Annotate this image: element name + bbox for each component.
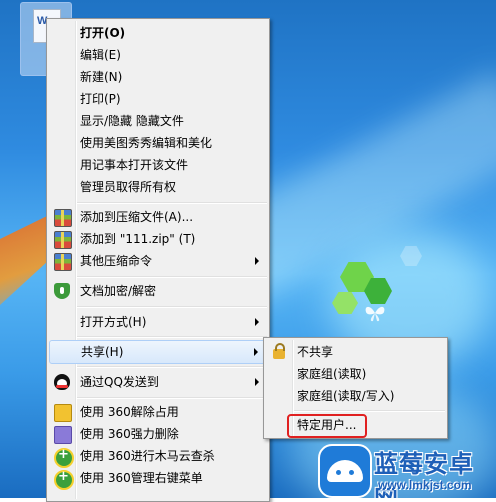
submenu-arrow-icon (254, 348, 258, 356)
lock-icon (273, 343, 285, 359)
winrar-icon (54, 209, 72, 227)
360-unlock-icon (54, 404, 72, 422)
submenu-arrow-icon (255, 378, 259, 386)
menu-item-label: 共享(H) (81, 345, 124, 359)
menu-item-label: 使用 360进行木马云查杀 (80, 449, 215, 463)
menu-item-label: 家庭组(读取/写入) (297, 389, 395, 403)
menu-item-edit[interactable]: 编辑(E) (49, 44, 267, 66)
highlight-box (287, 414, 367, 438)
watermark: 蓝莓安卓网 www.lmkjst.com (312, 440, 496, 498)
menu-item-add-archive[interactable]: 添加到压缩文件(A)... (49, 206, 267, 228)
menu-item-label: 不共享 (297, 345, 334, 359)
menu-item-label: 显示/隐藏 隐藏文件 (80, 114, 184, 128)
menu-item-label: 文档加密/解密 (80, 284, 157, 298)
android-logo-icon (318, 444, 372, 498)
menu-item-360-manage[interactable]: 使用 360管理右键菜单 (49, 467, 267, 490)
winrar-icon (54, 253, 72, 271)
menu-item-new[interactable]: 新建(N) (49, 66, 267, 88)
menu-item-360-delete[interactable]: 使用 360强力删除 (49, 423, 267, 445)
menu-item-label: 管理员取得所有权 (80, 180, 177, 194)
menu-separator (77, 306, 267, 308)
submenu-arrow-icon (255, 318, 259, 326)
menu-separator (77, 366, 267, 368)
menu-item-notepad[interactable]: 用记事本打开该文件 (49, 154, 267, 176)
menu-item-label: 家庭组(读取) (297, 367, 367, 381)
menu-item-label: 使用美图秀秀编辑和美化 (80, 136, 213, 150)
qq-penguin-icon (54, 374, 70, 390)
menu-item-label: 其他压缩命令 (80, 254, 153, 268)
menu-item-360-unlock[interactable]: 使用 360解除占用 (49, 401, 267, 423)
menu-item-encrypt[interactable]: 文档加密/解密 (49, 280, 267, 302)
menu-item-label: 使用 360管理右键菜单 (80, 471, 203, 485)
360-scan-icon (54, 447, 74, 468)
menu-separator (77, 397, 267, 399)
menu-item-meitu[interactable]: 使用美图秀秀编辑和美化 (49, 132, 267, 154)
menu-item-label: 打印(P) (80, 92, 121, 106)
butterfly-icon (365, 306, 385, 322)
menu-item-share[interactable]: 共享(H) (49, 340, 267, 364)
menu-item-label: 通过QQ发送到 (80, 375, 159, 389)
submenu-item-homegroup-read[interactable]: 家庭组(读取) (266, 363, 445, 385)
menu-separator (77, 336, 267, 338)
menu-item-label: 新建(N) (80, 70, 123, 84)
watermark-url: www.lmkjst.com (378, 478, 472, 492)
menu-item-label: 使用 360解除占用 (80, 405, 179, 419)
menu-item-add-zip[interactable]: 添加到 "111.zip" (T) (49, 228, 267, 250)
menu-item-open-with[interactable]: 打开方式(H) (49, 311, 267, 333)
menu-item-label: 用记事本打开该文件 (80, 158, 189, 172)
menu-item-label: 打开方式(H) (80, 315, 147, 329)
menu-separator (77, 202, 267, 204)
menu-item-360-scan[interactable]: 使用 360进行木马云查杀 (49, 445, 267, 468)
winrar-icon (54, 231, 72, 249)
menu-item-label: 添加到压缩文件(A)... (80, 210, 194, 224)
menu-item-other-compress[interactable]: 其他压缩命令 (49, 250, 267, 272)
submenu-arrow-icon (255, 257, 259, 265)
menu-separator (294, 410, 445, 412)
360-scan-icon (54, 469, 74, 490)
context-menu: 打开(O) 编辑(E) 新建(N) 打印(P) 显示/隐藏 隐藏文件 使用美图秀… (46, 18, 270, 502)
menu-item-open[interactable]: 打开(O) (49, 22, 267, 44)
menu-item-label: 使用 360强力删除 (80, 427, 179, 441)
shield-icon (54, 283, 70, 299)
menu-item-send-qq[interactable]: 通过QQ发送到 (49, 371, 267, 393)
submenu-item-homegroup-readwrite[interactable]: 家庭组(读取/写入) (266, 385, 445, 407)
menu-item-label: 编辑(E) (80, 48, 121, 62)
menu-item-toggle-hidden[interactable]: 显示/隐藏 隐藏文件 (49, 110, 267, 132)
menu-item-label: 添加到 "111.zip" (T) (80, 232, 196, 246)
menu-item-label: 打开(O) (80, 26, 126, 40)
menu-item-print[interactable]: 打印(P) (49, 88, 267, 110)
submenu-item-no-share[interactable]: 不共享 (266, 341, 445, 363)
menu-item-take-ownership[interactable]: 管理员取得所有权 (49, 176, 267, 198)
menu-separator (77, 276, 267, 278)
360-shred-icon (54, 426, 72, 444)
